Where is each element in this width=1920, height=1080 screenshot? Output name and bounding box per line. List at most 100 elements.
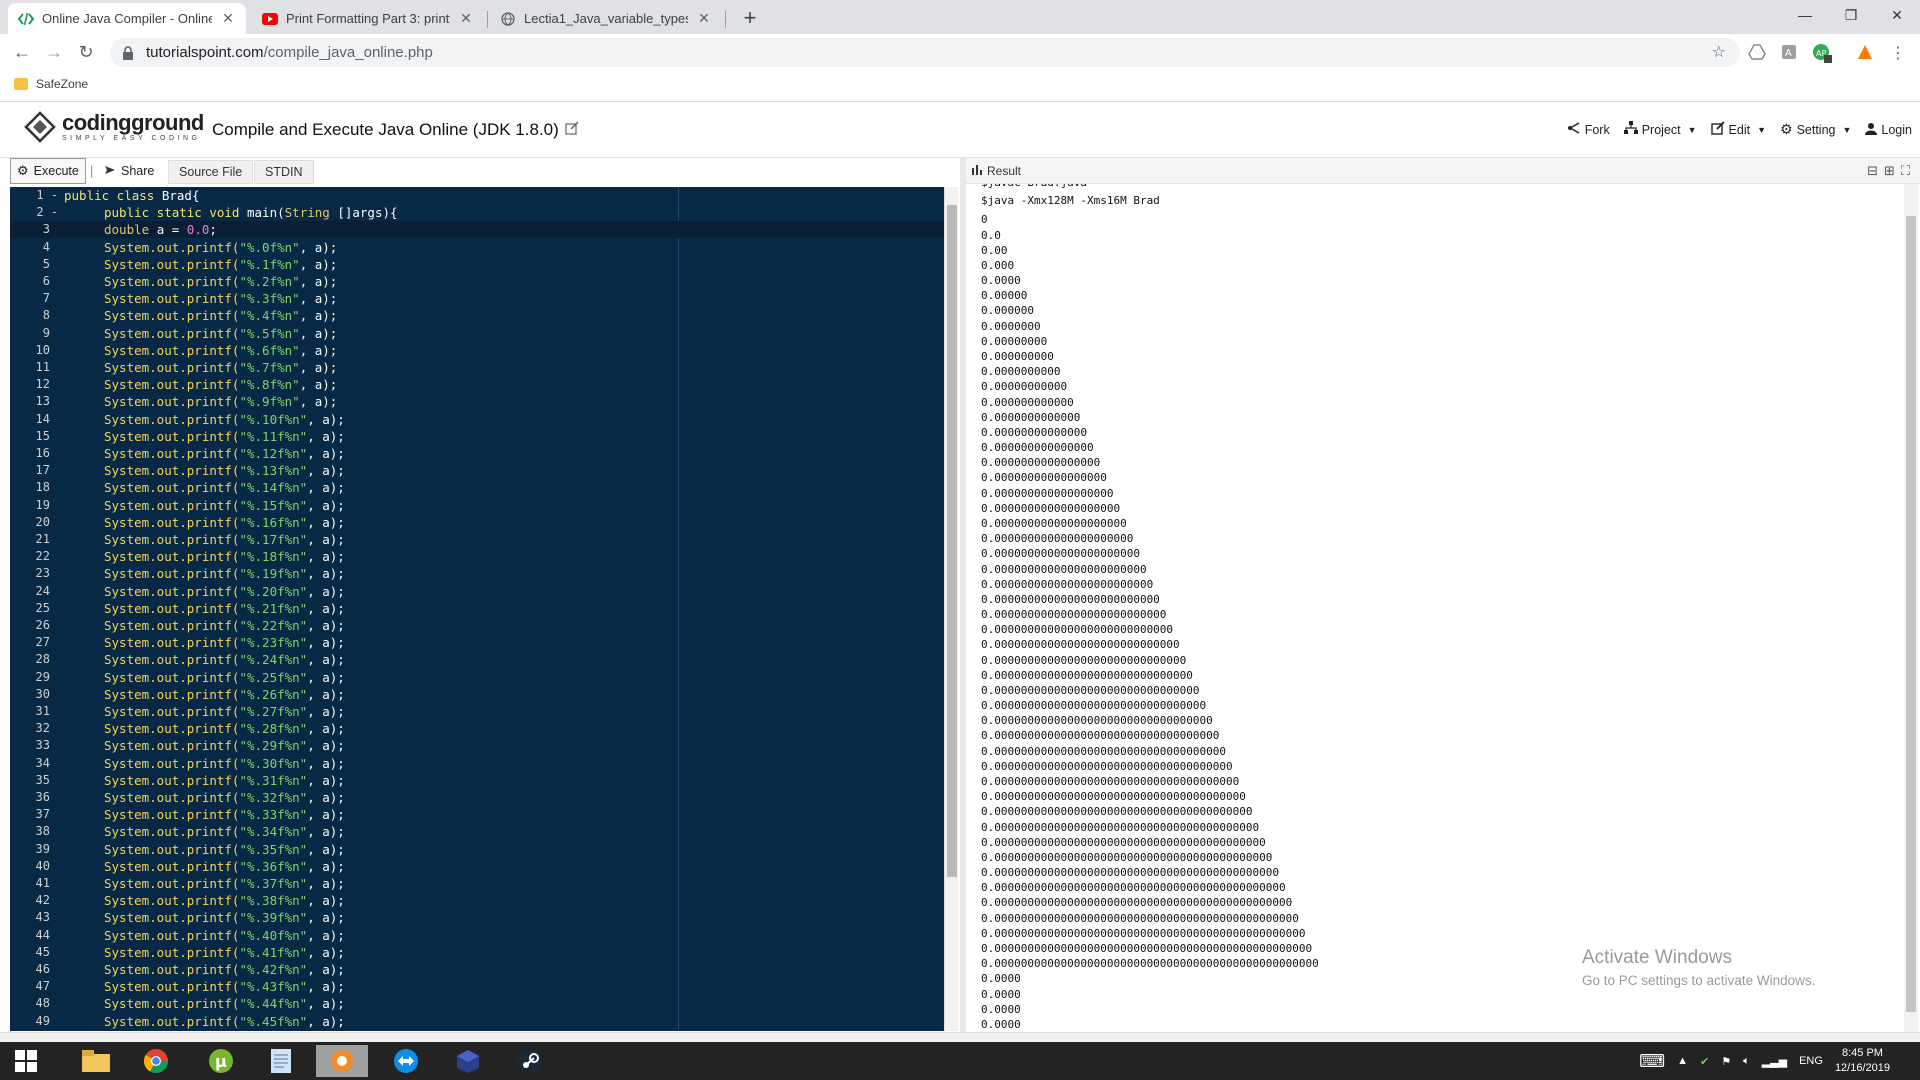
code-line[interactable]: System.out.printf("%.24f%n", a);: [104, 651, 345, 668]
code-line[interactable]: System.out.printf("%.41f%n", a);: [104, 944, 345, 961]
code-line[interactable]: System.out.printf("%.32f%n", a);: [104, 789, 345, 806]
code-line[interactable]: System.out.printf("%.14f%n", a);: [104, 479, 345, 496]
editor-scrollbar[interactable]: [944, 187, 958, 1031]
steam-icon[interactable]: [504, 1045, 556, 1077]
new-tab-icon[interactable]: +: [738, 5, 762, 30]
code-line[interactable]: System.out.printf("%.5f%n", a);: [104, 325, 337, 342]
code-line[interactable]: System.out.printf("%.31f%n", a);: [104, 772, 345, 789]
star-icon[interactable]: ☆: [1712, 42, 1726, 62]
avast-extension-icon[interactable]: [1856, 43, 1874, 61]
code-line[interactable]: System.out.printf("%.34f%n", a);: [104, 823, 345, 840]
code-line[interactable]: System.out.printf("%.13f%n", a);: [104, 462, 345, 479]
codingground-logo[interactable]: codingground SIMPLY EASY CODING: [24, 111, 204, 143]
chrome-icon[interactable]: [130, 1045, 182, 1077]
code-line[interactable]: System.out.printf("%.19f%n", a);: [104, 565, 345, 582]
code-line[interactable]: public class Brad{: [64, 187, 199, 204]
code-line[interactable]: System.out.printf("%.45f%n", a);: [104, 1013, 345, 1030]
notepad-icon[interactable]: [255, 1045, 307, 1077]
project-menu[interactable]: Project ▼: [1623, 121, 1697, 138]
login-button[interactable]: Login: [1865, 121, 1912, 138]
network-app-icon[interactable]: ✔: [1700, 1055, 1709, 1068]
expand-icon[interactable]: ⊞: [1884, 163, 1895, 179]
edit-menu[interactable]: Edit ▼: [1710, 121, 1766, 138]
keyboard-icon[interactable]: ⌨: [1639, 1051, 1665, 1072]
settings-app-icon[interactable]: [316, 1045, 368, 1077]
code-line[interactable]: System.out.printf("%.6f%n", a);: [104, 342, 337, 359]
app-cube-icon[interactable]: [442, 1045, 494, 1077]
code-line[interactable]: System.out.printf("%.15f%n", a);: [104, 497, 345, 514]
code-line[interactable]: System.out.printf("%.1f%n", a);: [104, 256, 337, 273]
code-line[interactable]: System.out.printf("%.8f%n", a);: [104, 376, 337, 393]
code-line[interactable]: System.out.printf("%.37f%n", a);: [104, 875, 345, 892]
code-line[interactable]: System.out.printf("%.9f%n", a);: [104, 393, 337, 410]
drive-extension-icon[interactable]: [1748, 43, 1766, 61]
code-line[interactable]: System.out.printf("%.20f%n", a);: [104, 583, 345, 600]
utorrent-icon[interactable]: µ: [195, 1045, 247, 1077]
windows-start-icon[interactable]: [0, 1045, 52, 1077]
setting-menu[interactable]: ⚙ Setting ▼: [1780, 121, 1851, 138]
code-line[interactable]: System.out.printf("%.28f%n", a);: [104, 720, 345, 737]
result-output[interactable]: $javac Brad.java $java -Xmx128M -Xms16M B…: [966, 184, 1904, 1032]
editor-scrollbar-thumb[interactable]: [947, 205, 957, 877]
code-editor[interactable]: 1 - public class Brad{2 - public static vo…: [10, 187, 958, 1031]
code-line[interactable]: System.out.printf("%.4f%n", a);: [104, 307, 337, 324]
fork-button[interactable]: Fork: [1567, 121, 1610, 138]
extension-icon[interactable]: A: [1780, 43, 1798, 61]
reload-icon[interactable]: ↻: [74, 40, 98, 64]
close-tab-icon[interactable]: ✕: [696, 10, 712, 27]
code-line[interactable]: System.out.printf("%.43f%n", a);: [104, 978, 345, 995]
back-icon[interactable]: ←: [10, 40, 34, 64]
code-line[interactable]: public static void main(String []args){: [104, 204, 398, 221]
minimize-icon[interactable]: —: [1782, 0, 1828, 30]
tab-online-java-compiler[interactable]: Online Java Compiler - Online Ja ✕: [8, 3, 246, 34]
close-window-icon[interactable]: ✕: [1874, 0, 1920, 30]
code-line[interactable]: System.out.printf("%.35f%n", a);: [104, 841, 345, 858]
tab-source-file[interactable]: Source File: [168, 160, 254, 184]
volume-icon[interactable]: 🔈︎: [1743, 1055, 1750, 1068]
profile-extension-icon[interactable]: AP: [1812, 43, 1832, 63]
menu-kebab-icon[interactable]: ⋮: [1890, 43, 1908, 62]
language-indicator[interactable]: ENG: [1799, 1055, 1823, 1067]
code-line[interactable]: System.out.printf("%.7f%n", a);: [104, 359, 337, 376]
bookmark-safezone[interactable]: SafeZone: [14, 77, 88, 91]
code-line[interactable]: System.out.printf("%.17f%n", a);: [104, 531, 345, 548]
result-scrollbar[interactable]: [1904, 184, 1918, 1032]
code-line[interactable]: System.out.printf("%.22f%n", a);: [104, 617, 345, 634]
code-line[interactable]: System.out.printf("%.39f%n", a);: [104, 909, 345, 926]
share-button[interactable]: Share: [98, 158, 160, 184]
code-line[interactable]: System.out.printf("%.40f%n", a);: [104, 927, 345, 944]
code-line[interactable]: System.out.printf("%.33f%n", a);: [104, 806, 345, 823]
code-line[interactable]: System.out.printf("%.38f%n", a);: [104, 892, 345, 909]
code-line[interactable]: System.out.printf("%.16f%n", a);: [104, 514, 345, 531]
code-line[interactable]: System.out.printf("%.29f%n", a);: [104, 737, 345, 754]
code-line[interactable]: System.out.printf("%.30f%n", a);: [104, 755, 345, 772]
fullscreen-icon[interactable]: ⛶: [1901, 163, 1910, 179]
tab-print-formatting[interactable]: Print Formatting Part 3: printf() P ✕: [252, 3, 484, 34]
code-line[interactable]: double a = 0.0;: [104, 221, 217, 238]
code-line[interactable]: System.out.printf("%.26f%n", a);: [104, 686, 345, 703]
teamviewer-icon[interactable]: [380, 1045, 432, 1077]
address-bar[interactable]: tutorialspoint.com/compile_java_online.p…: [110, 38, 1740, 67]
code-line[interactable]: System.out.printf("%.27f%n", a);: [104, 703, 345, 720]
clock[interactable]: 8:45 PM 12/16/2019: [1835, 1046, 1890, 1076]
restore-icon[interactable]: ❐: [1828, 0, 1874, 30]
forward-icon[interactable]: →: [42, 40, 66, 64]
code-line[interactable]: System.out.printf("%.42f%n", a);: [104, 961, 345, 978]
code-line[interactable]: System.out.printf("%.2f%n", a);: [104, 273, 337, 290]
code-line[interactable]: System.out.printf("%.0f%n", a);: [104, 239, 337, 256]
code-line[interactable]: System.out.printf("%.44f%n", a);: [104, 995, 345, 1012]
edit-title-icon[interactable]: [565, 120, 579, 140]
code-line[interactable]: System.out.printf("%.46f%n", a);: [104, 1030, 345, 1031]
file-explorer-icon[interactable]: [70, 1045, 122, 1077]
code-line[interactable]: System.out.printf("%.21f%n", a);: [104, 600, 345, 617]
code-line[interactable]: System.out.printf("%.18f%n", a);: [104, 548, 345, 565]
code-line[interactable]: System.out.printf("%.3f%n", a);: [104, 290, 337, 307]
code-line[interactable]: System.out.printf("%.25f%n", a);: [104, 669, 345, 686]
tab-lectia-pdf[interactable]: Lectia1_Java_variable_types.pdf ✕: [490, 3, 722, 34]
close-tab-icon[interactable]: ✕: [458, 10, 474, 27]
tab-stdin[interactable]: STDIN: [254, 160, 314, 184]
result-scrollbar-thumb[interactable]: [1906, 216, 1916, 1012]
code-line[interactable]: System.out.printf("%.10f%n", a);: [104, 411, 345, 428]
signal-icon[interactable]: ▂▃▅: [1762, 1055, 1787, 1068]
close-tab-icon[interactable]: ✕: [220, 10, 236, 27]
